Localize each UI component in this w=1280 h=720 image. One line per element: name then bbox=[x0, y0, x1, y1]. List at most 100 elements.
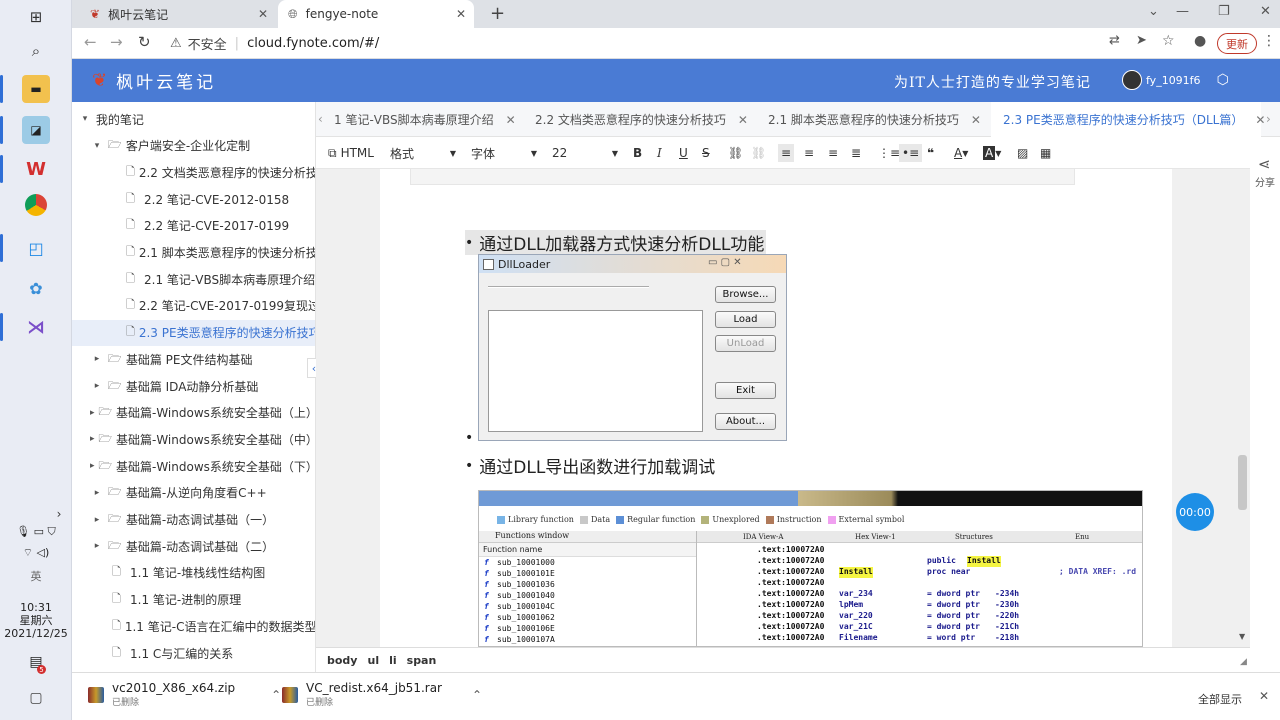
chevron-right-icon[interactable]: ▸ bbox=[90, 515, 104, 525]
notification-icon[interactable]: ▤ 5 bbox=[22, 648, 50, 676]
close-icon[interactable]: ✕ bbox=[258, 7, 268, 21]
show-all-downloads[interactable]: 全部显示 bbox=[1198, 691, 1242, 707]
tray-icons[interactable]: 🎙 ▭ ⛉ bbox=[0, 525, 72, 538]
username[interactable]: fy_1091f6 bbox=[1146, 74, 1201, 87]
scroll-down-icon[interactable]: ▼ bbox=[1239, 632, 1245, 641]
tree-folder-item[interactable]: ▸ 🗁︎ 基础篇-Windows系统安全基础（上） bbox=[72, 400, 315, 426]
visual-studio-icon[interactable]: ⋊ bbox=[22, 313, 50, 341]
download-item[interactable]: VC_redist.x64_jb51.rar 已删除 ⌃ bbox=[282, 681, 482, 708]
tree-note-item[interactable]: 🗋︎ 2.1 脚本类恶意程序的快速分析技巧 bbox=[72, 240, 315, 266]
link-icon[interactable]: ⛓ bbox=[728, 144, 743, 162]
chevron-right-icon[interactable]: ▸ bbox=[90, 488, 104, 498]
close-icon[interactable]: ✕ bbox=[971, 113, 981, 127]
recording-timer[interactable]: 00:00 bbox=[1176, 493, 1214, 531]
wps-icon[interactable]: W bbox=[22, 155, 50, 183]
tab-note[interactable]: 2.2 文档类恶意程序的快速分析技巧 ✕ bbox=[535, 102, 765, 137]
underline-icon[interactable]: U bbox=[679, 144, 688, 162]
app-icon[interactable]: ◪ bbox=[22, 116, 50, 144]
search-icon[interactable]: ⌕ bbox=[22, 37, 50, 65]
font-color-icon[interactable]: A ▼ bbox=[954, 144, 968, 162]
security-label[interactable]: 不安全 bbox=[188, 34, 227, 53]
path-segment[interactable]: li bbox=[389, 654, 397, 667]
tree-note-item[interactable]: 🗋︎ 2.2 笔记-CVE-2017-0199 bbox=[72, 213, 315, 239]
tree-folder-item[interactable]: ▸ 🗁︎ 基础篇-动态调试基础（一） bbox=[72, 507, 315, 533]
chevron-right-icon[interactable]: › bbox=[52, 500, 66, 528]
windows-start-icon[interactable]: ⊞ bbox=[22, 3, 50, 31]
chat-icon[interactable]: ▢ bbox=[22, 684, 50, 712]
bookmark-star-icon[interactable]: ☆ bbox=[1162, 33, 1175, 49]
justify-icon[interactable]: ≣ bbox=[851, 144, 861, 162]
browser-tab[interactable]: ❦ 枫叶云笔记 ✕ bbox=[80, 0, 276, 28]
translate-icon[interactable]: ⇄ bbox=[1109, 33, 1120, 48]
image-icon[interactable]: ▨ bbox=[1017, 144, 1028, 162]
minimize-button[interactable]: — bbox=[1176, 4, 1189, 19]
resize-handle[interactable]: ◢ bbox=[1240, 657, 1247, 667]
user-menu[interactable]: fy_1091f6 ⬡ bbox=[1122, 70, 1229, 90]
chevron-right-icon[interactable]: ▸ bbox=[90, 541, 104, 551]
chevron-right-icon[interactable]: ▸ bbox=[90, 381, 104, 391]
path-segment[interactable]: ul bbox=[367, 654, 379, 667]
reload-icon[interactable]: ↻ bbox=[138, 33, 151, 51]
file-explorer-icon[interactable]: ▬ bbox=[22, 75, 50, 103]
tree-note-item[interactable]: 🗋︎ 2.1 笔记-VBS脚本病毒原理介绍 bbox=[72, 266, 315, 292]
forward-icon[interactable]: → bbox=[110, 33, 123, 51]
tabs-scroll-left-icon[interactable]: ‹ bbox=[318, 112, 323, 126]
chevron-down-icon[interactable]: ▾ bbox=[78, 114, 92, 124]
list-item-empty[interactable]: • bbox=[465, 430, 473, 446]
tree-folder-item[interactable]: ▸ 🗁︎ 基础篇-Windows系统安全基础（中） bbox=[72, 426, 315, 452]
tree-folder-item[interactable]: ▸ 🗁︎ 基础篇-Windows系统安全基础（下） bbox=[72, 453, 315, 479]
background-color-icon[interactable]: A ▼ bbox=[983, 144, 1001, 162]
tab-note[interactable]: 1 笔记-VBS脚本病毒原理介绍 ✕ bbox=[334, 102, 534, 137]
close-icon[interactable]: ✕ bbox=[738, 113, 748, 127]
tree-note-item[interactable]: 🗋︎ 1.1 笔记-进制的原理 bbox=[72, 587, 315, 613]
network-volume-icons[interactable]: ⌔ ◁) bbox=[0, 546, 72, 559]
quote-icon[interactable]: ❝ bbox=[927, 144, 934, 162]
tree-note-item[interactable]: 🗋︎ 1.1 笔记-C语言在汇编中的数据类型 bbox=[72, 613, 315, 639]
chevron-up-icon[interactable]: ⌃ bbox=[472, 688, 482, 702]
table-icon[interactable]: ▦ bbox=[1040, 144, 1051, 162]
align-center-icon[interactable]: ≡ bbox=[804, 144, 814, 162]
html-mode-button[interactable]: ⧉ HTML bbox=[328, 144, 374, 162]
chevron-up-icon[interactable]: ⌃ bbox=[271, 688, 281, 702]
tree-folder-item[interactable]: ▸ 🗁︎ 基础篇-从逆向角度看C++ bbox=[72, 480, 315, 506]
profile-icon[interactable]: ● bbox=[1194, 33, 1206, 49]
close-icon[interactable]: ✕ bbox=[1259, 689, 1269, 703]
tree-folder-item[interactable]: ▸ 🗁︎ 基础篇 PE文件结构基础 bbox=[72, 346, 315, 372]
font-select[interactable]: 字体 ▼ bbox=[471, 144, 537, 162]
tree-folder-item[interactable]: ▾ 我的笔记 bbox=[72, 106, 315, 132]
download-item[interactable]: vc2010_X86_x64.zip 已删除 ⌃ bbox=[88, 681, 281, 708]
tree-note-item[interactable]: 🗋︎ 1.1 C与汇编的关系 bbox=[72, 640, 315, 666]
tab-search-icon[interactable]: ⌄ bbox=[1148, 4, 1159, 19]
tree-folder-item[interactable]: ▸ 🗁︎ 基础篇 IDA动静分析基础 bbox=[72, 373, 315, 399]
app-icon[interactable]: ✿ bbox=[22, 274, 50, 302]
share-icon[interactable]: ⋖ bbox=[1258, 155, 1271, 173]
close-icon[interactable]: ✕ bbox=[1255, 113, 1265, 127]
align-right-icon[interactable]: ≡ bbox=[828, 144, 838, 162]
tree-folder-item[interactable]: ▾ 🗁︎ 客户端安全-企业化定制 bbox=[72, 133, 315, 159]
chrome-icon[interactable] bbox=[25, 194, 47, 216]
back-icon[interactable]: ← bbox=[84, 33, 97, 51]
share-label[interactable]: 分享 bbox=[1255, 174, 1275, 189]
close-window-button[interactable]: ✕ bbox=[1260, 4, 1271, 19]
update-button[interactable]: 更新 bbox=[1217, 33, 1257, 54]
chevron-right-icon[interactable]: ▸ bbox=[90, 461, 95, 471]
omnibox[interactable]: ⚠ 不安全 | cloud.fynote.com/#/ bbox=[170, 31, 1050, 56]
chevron-down-icon[interactable]: ▾ bbox=[90, 141, 104, 151]
bold-icon[interactable]: B bbox=[633, 144, 642, 162]
new-tab-button[interactable]: + bbox=[490, 3, 505, 24]
tree-note-item[interactable]: 🗋︎ 2.2 文档类恶意程序的快速分析技巧 bbox=[72, 159, 315, 185]
url-text[interactable]: cloud.fynote.com/#/ bbox=[247, 36, 379, 51]
close-icon[interactable]: ✕ bbox=[506, 113, 516, 127]
tab-note-active[interactable]: 2.3 PE类恶意程序的快速分析技巧（DLL篇） ✕ bbox=[991, 102, 1265, 137]
tabs-scroll-right-icon[interactable]: › bbox=[1266, 112, 1271, 126]
chevron-right-icon[interactable]: ▸ bbox=[90, 408, 95, 418]
ordered-list-icon[interactable]: ⋮≡ bbox=[878, 144, 900, 162]
tree-note-item[interactable]: 🗋︎ 2.2 笔记-CVE-2017-0199复现过程 bbox=[72, 293, 315, 319]
ime-indicator[interactable]: 英 bbox=[0, 570, 72, 583]
menu-icon[interactable]: ⋮ bbox=[1262, 33, 1276, 49]
path-segment[interactable]: span bbox=[407, 654, 437, 667]
tree-folder-item[interactable]: ▸ 🗁︎ 基础篇-动态调试基础（二） bbox=[72, 533, 315, 559]
content-scrollbar[interactable]: ▼ bbox=[1236, 169, 1250, 647]
unordered-list-icon[interactable]: •≡ bbox=[899, 144, 923, 162]
list-item[interactable]: • 通过DLL导出函数进行加载调试 bbox=[465, 453, 715, 479]
